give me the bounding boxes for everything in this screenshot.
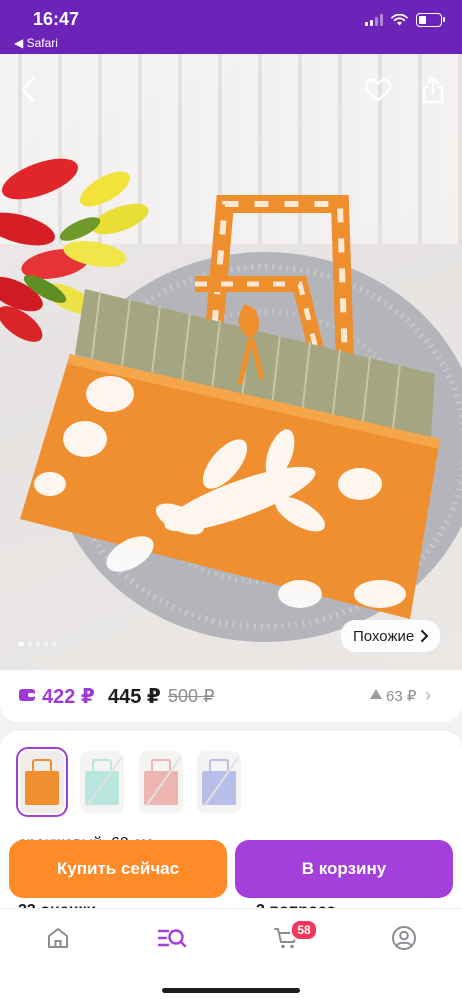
pager-dot: [44, 642, 48, 646]
variant-thumbnail-coral[interactable]: [139, 751, 183, 813]
price-card: 422 ₽ 445 ₽ 500 ₽ 63 ₽ ›: [0, 670, 462, 722]
cart-count-badge: 58: [290, 919, 318, 941]
status-icons: [365, 13, 445, 27]
beach-mat-bag-illustration: [0, 158, 462, 642]
old-price: 500 ₽: [168, 686, 215, 706]
cellular-signal-icon: [365, 14, 383, 26]
battery-icon: [416, 13, 445, 27]
chevron-right-icon[interactable]: ›: [425, 685, 431, 706]
back-to-safari-link[interactable]: ◀ Safari: [14, 36, 58, 50]
profile-icon: [392, 926, 416, 950]
favorite-button[interactable]: [360, 72, 396, 108]
pager-dot: [52, 642, 56, 646]
battery-level: [419, 16, 426, 24]
share-button[interactable]: [415, 72, 451, 108]
chevron-right-icon: [421, 630, 429, 642]
variant-thumbnail-orange[interactable]: [16, 747, 68, 817]
chevron-left-icon: [21, 77, 35, 103]
wallet-icon: [19, 689, 35, 701]
wallet-price: 422 ₽: [42, 686, 95, 708]
share-icon: [422, 76, 444, 104]
tab-profile[interactable]: [384, 923, 424, 953]
current-price: 445 ₽: [108, 686, 161, 708]
price-history-value[interactable]: 63 ₽: [386, 687, 416, 705]
similar-products-button[interactable]: Похожие: [341, 620, 441, 652]
back-button[interactable]: [10, 72, 46, 108]
catalog-search-icon: [157, 929, 187, 948]
buy-now-button[interactable]: Купить сейчас: [9, 840, 227, 898]
tab-catalog[interactable]: [152, 923, 192, 953]
wifi-icon: [391, 14, 408, 26]
photo-pager-dots: [18, 642, 56, 646]
home-indicator: [162, 988, 300, 993]
pager-dot: [28, 642, 32, 646]
variant-thumbnail-blue[interactable]: [197, 751, 241, 813]
price-history-up-icon: [370, 689, 382, 699]
thumbnail-bag: [25, 771, 59, 805]
similar-products-label: Похожие: [353, 627, 415, 645]
status-time: 16:47: [33, 9, 80, 29]
status-bar: 16:47 ◀ Safari: [0, 0, 462, 54]
product-photo[interactable]: Похожие: [0, 54, 462, 670]
add-to-cart-button[interactable]: В корзину: [235, 840, 453, 898]
pager-dot: [18, 642, 24, 646]
variant-thumbnail-mint[interactable]: [80, 751, 124, 813]
home-icon: [48, 928, 68, 948]
heart-icon: [364, 78, 392, 102]
bottom-tab-bar: 58: [0, 908, 462, 1001]
tab-home[interactable]: [38, 923, 78, 953]
pager-dot: [36, 642, 40, 646]
